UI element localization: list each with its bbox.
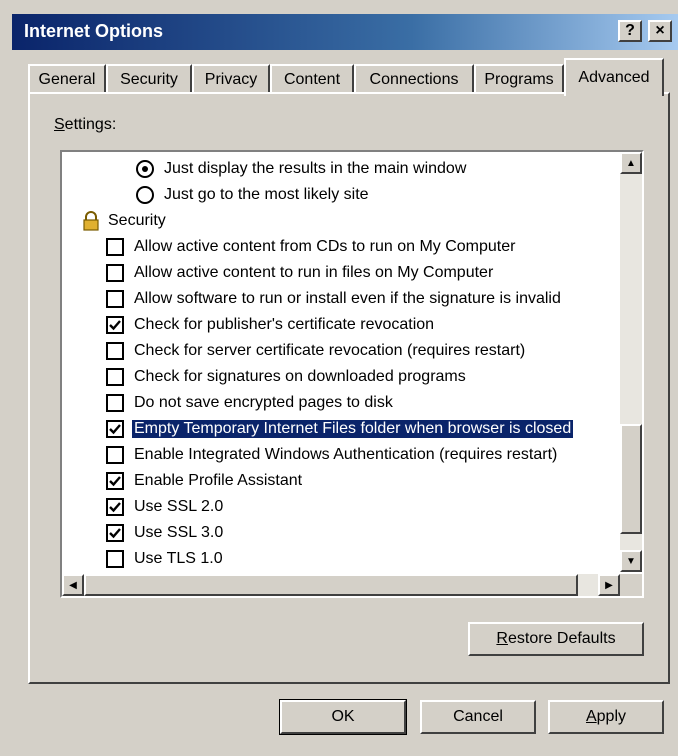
setting-label: Security	[108, 212, 166, 229]
restore-defaults-button[interactable]: Restore Defaults	[468, 622, 644, 656]
radio-button[interactable]	[136, 160, 154, 178]
setting-label: Check for signatures on downloaded progr…	[134, 368, 466, 385]
checkbox[interactable]	[106, 342, 124, 360]
apply-button[interactable]: Apply	[548, 700, 664, 734]
tab-privacy[interactable]: Privacy	[192, 64, 270, 94]
setting-checkbox-item[interactable]: Use SSL 2.0	[106, 494, 225, 520]
radio-button[interactable]	[136, 186, 154, 204]
close-button[interactable]: ×	[648, 20, 672, 42]
checkbox[interactable]	[106, 420, 124, 438]
help-icon: ?	[625, 22, 635, 39]
tab-strip: General Security Privacy Content Connect…	[28, 58, 678, 96]
tab-label: Programs	[484, 71, 554, 88]
setting-label: Use TLS 1.0	[134, 550, 223, 567]
arrow-left-icon: ◀	[69, 579, 77, 591]
scroll-down-button[interactable]: ▼	[620, 550, 642, 572]
checkbox[interactable]	[106, 238, 124, 256]
setting-checkbox-item[interactable]: Use TLS 1.0	[106, 546, 225, 572]
arrow-down-icon: ▼	[626, 555, 636, 567]
scroll-right-button[interactable]: ▶	[598, 574, 620, 596]
setting-label: Allow software to run or install even if…	[134, 290, 561, 307]
lock-icon	[82, 211, 100, 231]
checkbox[interactable]	[106, 394, 124, 412]
title-bar[interactable]: Internet Options ? ×	[12, 14, 678, 50]
ok-label: OK	[331, 708, 355, 725]
checkbox[interactable]	[106, 524, 124, 542]
setting-label: Just go to the most likely site	[164, 186, 369, 203]
checkbox[interactable]	[106, 498, 124, 516]
tab-security[interactable]: Security	[106, 64, 192, 94]
setting-label: Allow active content to run in files on …	[134, 264, 494, 281]
settings-group-header: Security	[82, 208, 168, 234]
setting-checkbox-item[interactable]: Check for publisher's certificate revoca…	[106, 312, 436, 338]
tab-connections[interactable]: Connections	[354, 64, 474, 94]
settings-list[interactable]: Just display the results in the main win…	[60, 150, 644, 598]
setting-checkbox-item[interactable]: Empty Temporary Internet Files folder wh…	[106, 416, 575, 442]
setting-label: Enable Profile Assistant	[134, 472, 303, 489]
setting-label: Just display the results in the main win…	[164, 160, 467, 177]
checkbox[interactable]	[106, 446, 124, 464]
setting-checkbox-item[interactable]: Check for signatures on downloaded progr…	[106, 364, 468, 390]
horizontal-scroll-thumb[interactable]	[84, 574, 578, 596]
close-icon: ×	[655, 22, 665, 39]
vertical-scroll-thumb[interactable]	[620, 424, 642, 534]
vertical-scrollbar[interactable]: ▲ ▼	[620, 152, 642, 572]
setting-checkbox-item[interactable]: Allow software to run or install even if…	[106, 286, 563, 312]
tab-general[interactable]: General	[28, 64, 106, 94]
setting-checkbox-item[interactable]: Allow active content from CDs to run on …	[106, 234, 517, 260]
checkbox[interactable]	[106, 368, 124, 386]
setting-label: Enable Integrated Windows Authentication…	[134, 446, 558, 463]
setting-radio-item[interactable]: Just go to the most likely site	[136, 182, 371, 208]
setting-label: Empty Temporary Internet Files folder wh…	[130, 419, 575, 439]
internet-options-window: Internet Options ? × General Security Pr…	[0, 0, 678, 756]
scroll-corner	[620, 574, 642, 596]
cancel-button[interactable]: Cancel	[420, 700, 536, 734]
help-button[interactable]: ?	[618, 20, 642, 42]
checkbox[interactable]	[106, 290, 124, 308]
setting-label: Use SSL 3.0	[134, 524, 224, 541]
tab-programs[interactable]: Programs	[474, 64, 564, 94]
checkbox[interactable]	[106, 264, 124, 282]
setting-label: Check for server certificate revocation …	[134, 342, 526, 359]
tab-label: Content	[283, 71, 341, 88]
setting-label: Check for publisher's certificate revoca…	[134, 316, 435, 333]
scroll-left-button[interactable]: ◀	[62, 574, 84, 596]
cancel-label: Cancel	[453, 708, 503, 725]
setting-checkbox-item[interactable]: Check for server certificate revocation …	[106, 338, 527, 364]
scroll-up-button[interactable]: ▲	[620, 152, 642, 174]
setting-checkbox-item[interactable]: Enable Profile Assistant	[106, 468, 304, 494]
setting-label: Allow active content from CDs to run on …	[134, 238, 516, 255]
tab-advanced[interactable]: Advanced	[564, 58, 664, 96]
advanced-panel: Settings: Just display the results in th…	[28, 92, 670, 684]
tab-label: Security	[120, 71, 178, 88]
setting-checkbox-item[interactable]: Use SSL 3.0	[106, 520, 225, 546]
tab-label: Connections	[369, 71, 459, 88]
checkbox[interactable]	[106, 550, 124, 568]
tab-label: Privacy	[204, 71, 258, 88]
arrow-up-icon: ▲	[626, 157, 636, 169]
tab-content[interactable]: Content	[270, 64, 354, 94]
setting-checkbox-item[interactable]: Enable Integrated Windows Authentication…	[106, 442, 559, 468]
setting-label: Use SSL 2.0	[134, 498, 224, 515]
checkbox[interactable]	[106, 316, 124, 334]
setting-checkbox-item[interactable]: Allow active content to run in files on …	[106, 260, 495, 286]
checkbox[interactable]	[106, 472, 124, 490]
tab-label: Advanced	[578, 69, 650, 86]
tab-label: General	[38, 71, 96, 88]
setting-checkbox-item[interactable]: Do not save encrypted pages to disk	[106, 390, 395, 416]
setting-radio-item[interactable]: Just display the results in the main win…	[136, 156, 468, 182]
arrow-right-icon: ▶	[605, 579, 613, 591]
setting-label: Do not save encrypted pages to disk	[134, 394, 393, 411]
window-title: Internet Options	[24, 21, 163, 41]
settings-label: Settings:	[54, 116, 117, 133]
horizontal-scrollbar[interactable]: ◀ ▶	[62, 574, 620, 596]
ok-button[interactable]: OK	[279, 699, 407, 735]
